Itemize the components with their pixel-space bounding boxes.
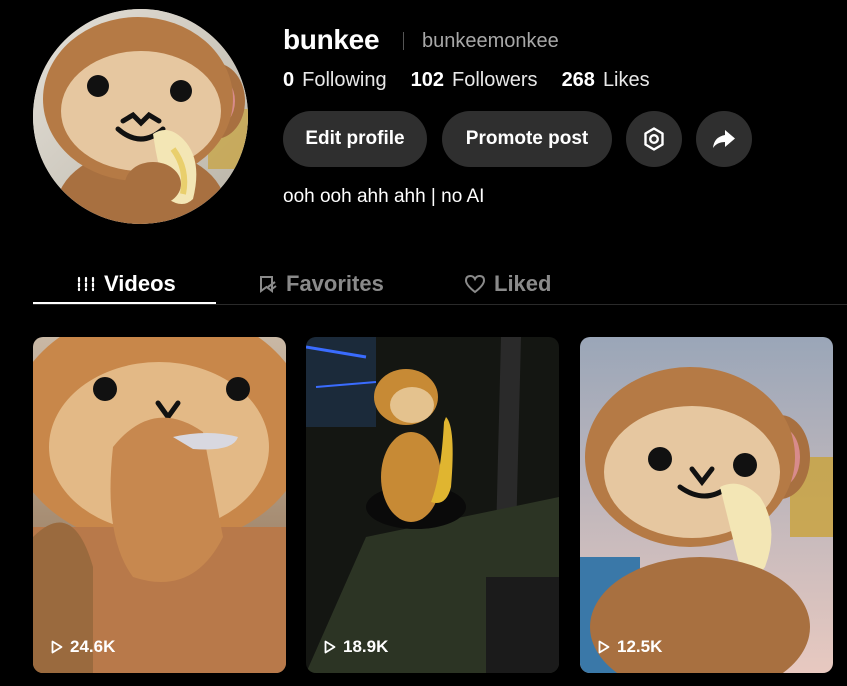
edit-profile-button[interactable]: Edit profile (283, 111, 427, 167)
video-views-3: 12.5K (598, 637, 662, 657)
profile-bio: ooh ooh ahh ahh | no AI (283, 186, 485, 207)
active-tab-indicator (33, 302, 216, 304)
stat-likes[interactable]: 268 Likes (562, 69, 650, 92)
video-card-3[interactable]: 12.5K (580, 337, 833, 673)
play-icon (598, 640, 610, 654)
share-arrow-icon (713, 130, 735, 148)
video-card-2[interactable]: 18.9K (306, 337, 559, 673)
video-views-2: 18.9K (324, 637, 388, 657)
stat-followers-value: 102 (410, 69, 444, 91)
video-card-1[interactable]: 24.6K (33, 337, 286, 673)
tab-videos[interactable]: Videos (76, 264, 176, 304)
video-views-count-3: 12.5K (617, 637, 663, 656)
settings-button[interactable] (626, 111, 682, 167)
stat-following[interactable]: 0 Following (283, 69, 387, 92)
stat-likes-label: Likes (602, 69, 650, 91)
grid-icon (77, 276, 95, 292)
share-button[interactable] (696, 111, 752, 167)
video-thumbnail-1 (33, 337, 286, 673)
profile-stats: 0 Following 102 Followers 268 Likes (283, 69, 674, 92)
video-views-count-1: 24.6K (70, 637, 116, 656)
profile-handle: bunkeemonkee (422, 30, 559, 52)
stat-following-label: Following (302, 69, 387, 91)
bookmark-icon (260, 276, 277, 293)
stat-following-value: 0 (283, 69, 295, 91)
profile-username: bunkee (283, 24, 380, 55)
tab-videos-label: Videos (104, 271, 176, 296)
play-icon (51, 640, 63, 654)
tab-favorites-label: Favorites (286, 271, 384, 296)
video-views-count-2: 18.9K (343, 637, 389, 656)
video-thumbnail-2 (306, 337, 559, 673)
tabs-divider (33, 304, 847, 305)
profile-avatar[interactable] (33, 9, 248, 224)
stat-followers-label: Followers (451, 69, 538, 91)
heart-icon (464, 274, 486, 294)
play-icon (324, 640, 336, 654)
stat-followers[interactable]: 102 Followers (411, 69, 538, 92)
promote-post-button[interactable]: Promote post (442, 111, 612, 167)
stat-likes-value: 268 (561, 69, 595, 91)
video-views-1: 24.6K (51, 637, 115, 657)
name-divider (403, 32, 404, 50)
tab-liked[interactable]: Liked (464, 264, 551, 304)
video-thumbnail-3 (580, 337, 833, 673)
gear-icon (644, 127, 664, 151)
tab-favorites[interactable]: Favorites (258, 264, 384, 304)
tab-liked-label: Liked (494, 271, 552, 296)
